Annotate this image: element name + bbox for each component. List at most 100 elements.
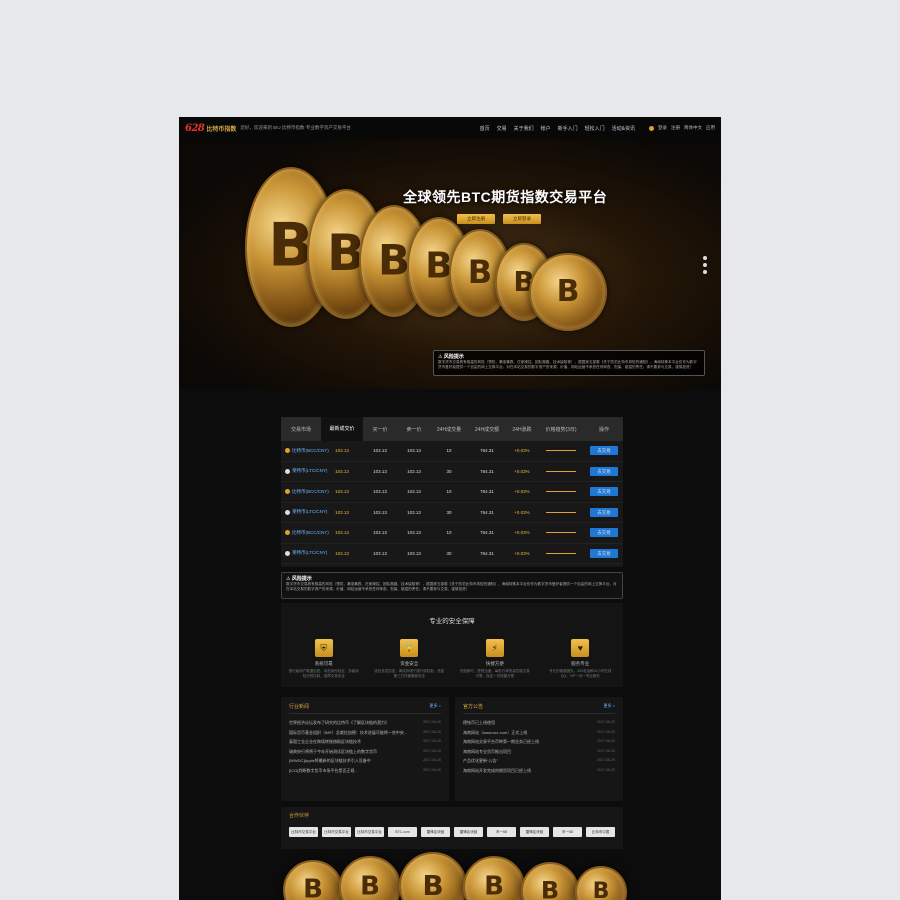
nav-trade[interactable]: 交易 [497, 125, 507, 132]
news-link[interactable]: 世界经济论坛发布了研究的比特币《了解区块链的潜力》 [289, 718, 389, 728]
col-market[interactable]: 交易市场 [281, 426, 321, 433]
trade-cell: 去交易 [585, 446, 623, 456]
trade-button[interactable]: 去交易 [590, 548, 618, 558]
welcome-text: 您好，欢迎来到 BIU 比特币指数·专业数字资产交易平台 [240, 125, 351, 130]
trade-button[interactable]: 去交易 [590, 507, 618, 517]
list-item[interactable]: 海南网站交易平台币种第一期业务已经上线 2017-06-20 [463, 737, 615, 747]
partner-logo[interactable]: 比特币交易平台 [355, 827, 384, 837]
sell-price: 103.13 [407, 448, 421, 454]
news-link[interactable]: 德铭币已上线使用 [463, 718, 495, 728]
nav-news[interactable]: 活动&资讯 [612, 125, 635, 132]
notices-more[interactable]: 更多 > [604, 703, 615, 710]
list-item[interactable]: 世界经济论坛发布了研究的比特币《了解区块链的潜力》 2017-06-20 [289, 718, 441, 728]
list-item[interactable]: 德铭币已上线使用 2017-06-20 [463, 718, 615, 728]
feature-desc: 银行级用户数据加密、动态身份验证，多级风险识别控制，保障交易安全 [288, 669, 359, 678]
hero-register-button[interactable]: 立即注册 [457, 214, 495, 224]
main-nav: 首页 交易 关于我们 帐户 新手入门 轻松入门 活动&资讯 [480, 125, 635, 132]
list-item[interactable]: 产品优化更新“公告” 2017-06-20 [463, 756, 615, 766]
list-item[interactable]: 海南网站（www.xxx.com）正式上线 2017-06-20 [463, 728, 615, 738]
news-date: 2017-06-20 [423, 748, 441, 753]
col-amount[interactable]: 24H成交额 [467, 426, 507, 433]
col-volume[interactable]: 24H成交量 [431, 426, 467, 433]
partner-logo[interactable]: 雷锋区块链 [454, 827, 483, 837]
table-row[interactable]: 莱特币(LTC/CNY) 103.13 103.13 103.13 30 764.31 +0… [281, 544, 623, 564]
slider-dots[interactable] [703, 256, 707, 274]
app-link[interactable]: 应用 [706, 125, 715, 131]
change: +0.03% [514, 530, 530, 536]
news-link[interactable]: 国际货币基金组织（IMF）总裁拉加德：技术进展可能将一些中央... [289, 728, 407, 738]
partner-logo[interactable]: 雷锋区块链 [421, 827, 450, 837]
change: +0.03% [514, 550, 530, 556]
nav-easy-start[interactable]: 轻松入门 [585, 125, 605, 132]
table-row[interactable]: 莱特币(LTC/CNY) 103.13 103.13 103.13 30 764.31 +0… [281, 503, 623, 523]
nav-home[interactable]: 首页 [480, 125, 490, 132]
change: +0.03% [514, 509, 530, 515]
partner-logo[interactable]: 雷锋区块链 [520, 827, 549, 837]
list-item[interactable]: 海南网站开发完成的期货项目已经上线 2017-06-20 [463, 766, 615, 776]
coin-image: B [399, 852, 467, 900]
trade-button[interactable]: 去交易 [590, 466, 618, 476]
trade-button[interactable]: 去交易 [590, 446, 618, 456]
partner-logo[interactable]: 比特币中国 [586, 827, 615, 837]
login-link[interactable]: 登录 [658, 125, 667, 131]
list-item[interactable]: [ICO]判断数字货币市场平台是否正规... 2017-06-20 [289, 766, 441, 776]
latest-price: 103.13 [335, 550, 349, 556]
change: +0.03% [514, 468, 530, 474]
news-date: 2017-06-20 [423, 720, 441, 724]
news-link[interactable]: 瑞典央行将将于今年开始测试区块链上的数字货币 [289, 747, 377, 757]
security-feature: 🔒 资金安全 钱包多层加密，离线存储于银行保险柜，资金第三方托管确保安全 [374, 639, 444, 679]
news-link[interactable]: [ICO]判断数字货币市场平台是否正规... [289, 766, 358, 776]
partner-logo[interactable]: 币一58 [487, 827, 516, 837]
table-row[interactable]: 比特币(BCC/CNY) 103.13 103.13 103.13 10 764.31 +0… [281, 482, 623, 503]
hero-login-button[interactable]: 立即登录 [503, 214, 541, 224]
nav-about[interactable]: 关于我们 [514, 125, 534, 132]
news-date: 2017-06-20 [423, 739, 441, 743]
list-item[interactable]: 海南网站专业货币推出项目 2017-06-20 [463, 747, 615, 757]
col-latest-price[interactable]: 最新成交价 [321, 417, 363, 441]
news-link[interactable]: 产品优化更新“公告” [463, 756, 498, 766]
news-link[interactable]: 海南网站开发完成的期货项目已经上线 [463, 766, 531, 776]
news-date: 2017-06-20 [597, 720, 615, 724]
risk-text: 数字货币交易具有极高的风险（预防、暴涨暴跌、庄家操控、团队跑路、技术缺陷等），据… [286, 582, 617, 591]
official-notices: 官方公告 更多 > 德铭币已上线使用 2017-06-20 海南网站（www.xxx… [455, 697, 623, 801]
nav-beginner[interactable]: 新手入门 [558, 125, 578, 132]
news-link[interactable]: 海南网站交易平台币种第一期业务已经上线 [463, 737, 539, 747]
feature-desc: 钱包多层加密，离线存储于银行保险柜，资金第三方托管确保安全 [374, 669, 445, 678]
news-link[interactable]: 泰国工业企业在跨境转账借助区块链技术 [289, 737, 361, 747]
list-item[interactable]: 国际货币基金组织（IMF）总裁拉加德：技术进展可能将一些中央... 2017-06… [289, 728, 441, 738]
partner-logo[interactable]: 比特币交易平台 [289, 827, 318, 837]
language-select[interactable]: 简体中文 [684, 125, 702, 131]
list-item[interactable]: 瑞典央行将将于今年开始测试区块链上的数字货币 2017-06-20 [289, 747, 441, 757]
partner-logo[interactable]: 比特币交易平台 [322, 827, 351, 837]
coin-icon [285, 448, 290, 454]
site-logo[interactable]: 628 比特币指数 [185, 123, 236, 134]
list-item[interactable]: [WWDC]Apple将最新的区块链技术引入设备中 2017-06-20 [289, 756, 441, 766]
coin-icon [285, 550, 290, 556]
trade-button[interactable]: 去交易 [590, 487, 618, 497]
register-link[interactable]: 注册 [671, 125, 680, 131]
news-date: 2017-06-20 [423, 758, 441, 762]
trend-sparkline [537, 552, 585, 554]
table-row[interactable]: 比特币(BCC/CNY) 103.13 103.13 103.13 10 764.31 +0… [281, 523, 623, 544]
nav-account[interactable]: 帐户 [541, 125, 551, 132]
table-row[interactable]: 比特币(BCC/CNY) 103.13 103.13 103.13 10 764.31 +0… [281, 441, 623, 462]
list-item[interactable]: 泰国工业企业在跨境转账借助区块链技术 2017-06-20 [289, 737, 441, 747]
table-row[interactable]: 莱特币(LTC/CNY) 103.13 103.13 103.13 30 764.31 +0… [281, 462, 623, 482]
feature-name: 系统可靠 [314, 661, 333, 666]
news-link[interactable]: 海南网站（www.xxx.com）正式上线 [463, 728, 527, 738]
trade-cell: 去交易 [585, 466, 623, 476]
market-table-header: 交易市场 最新成交价 买一价 卖一价 24H成交量 24H成交额 24H涨跌 价… [281, 417, 623, 441]
col-action: 操作 [598, 426, 609, 433]
news-link[interactable]: 海南网站专业货币推出项目 [463, 747, 511, 757]
industry-news-more[interactable]: 更多 > [430, 703, 441, 710]
volume: 10 [446, 530, 452, 536]
partner-logo[interactable]: BTC.com [388, 827, 417, 837]
partner-logo[interactable]: 币一58 [553, 827, 582, 837]
trade-button[interactable]: 去交易 [590, 528, 618, 538]
col-change[interactable]: 24H涨跌 [507, 426, 537, 433]
coin-image: B [283, 860, 343, 900]
col-sell[interactable]: 卖一价 [397, 426, 431, 433]
col-buy[interactable]: 买一价 [363, 426, 397, 433]
news-link[interactable]: [WWDC]Apple将最新的区块链技术引入设备中 [289, 756, 371, 766]
sell-price: 103.13 [407, 489, 421, 495]
